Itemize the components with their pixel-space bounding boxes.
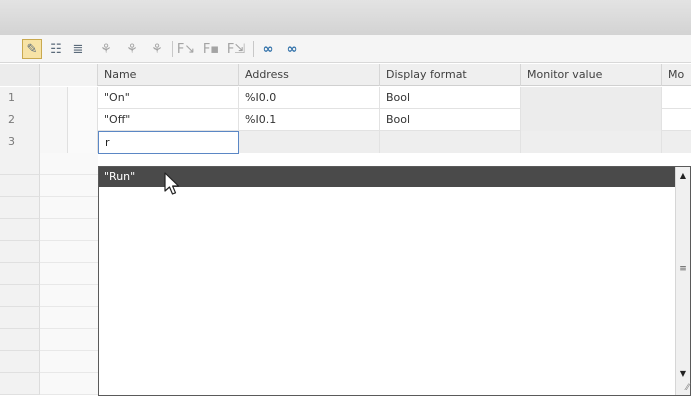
row-gutter: [40, 373, 98, 395]
row-number: [0, 307, 40, 329]
row-number: 1: [0, 87, 40, 109]
column-header-monitor-value[interactable]: Monitor value: [521, 64, 662, 86]
column-header-display-format[interactable]: Display format: [380, 64, 521, 86]
toolbar-separator: [172, 41, 173, 57]
cell-monitor-value: [521, 131, 662, 153]
row-gutter: [40, 241, 98, 263]
mouse-pointer-icon: [164, 172, 180, 195]
resize-grip-icon[interactable]: ⁄⁄: [677, 382, 689, 394]
table-header: Name Address Display format Monitor valu…: [0, 64, 691, 86]
cell-modify[interactable]: [662, 131, 691, 153]
window-title-bar: [0, 0, 691, 35]
table-row[interactable]: 3 r: [0, 131, 691, 154]
row-number: 2: [0, 109, 40, 131]
scroll-down-icon[interactable]: ▼: [676, 367, 690, 381]
table-row[interactable]: 1 "On" %I0.0 Bool: [0, 87, 691, 109]
column-header-address[interactable]: Address: [239, 64, 380, 86]
row-number: [0, 329, 40, 351]
toolbar: ✎ ☷ ≣ ⚘ ⚘ ⚘ F↘ F▪ F⇲ ∞ ∞: [0, 35, 691, 63]
cell-address[interactable]: [239, 131, 380, 153]
cell-address[interactable]: %I0.0: [239, 87, 380, 109]
row-gutter: [40, 329, 98, 351]
row-number: [0, 351, 40, 373]
row-number: [0, 219, 40, 241]
column-header-modify[interactable]: Mo: [662, 64, 691, 86]
scroll-up-icon[interactable]: ▲: [676, 169, 690, 183]
dropdown-scrollbar[interactable]: ▲ ≡ ▼: [675, 167, 690, 395]
row-gutter: [40, 153, 98, 175]
cell-display-format[interactable]: Bool: [380, 87, 521, 109]
row-gutter: [40, 351, 98, 373]
cell-name[interactable]: "Off": [98, 109, 239, 131]
row-number: 3: [0, 131, 40, 153]
row-gutter: [40, 263, 98, 285]
row-number: [0, 285, 40, 307]
row-number: [0, 197, 40, 219]
row-gutter: [40, 87, 68, 109]
row-gutter: [40, 109, 68, 131]
row-gutter: [40, 197, 98, 219]
row-number: [0, 175, 40, 197]
autocomplete-dropdown[interactable]: "Run" ▲ ≡ ▼ ⁄⁄: [98, 166, 691, 396]
cell-address[interactable]: %I0.1: [239, 109, 380, 131]
scroll-grip-icon[interactable]: ≡: [676, 263, 690, 275]
row-number: [0, 153, 40, 175]
monitor-icon-a[interactable]: ⚘: [96, 39, 116, 59]
edit-active-icon[interactable]: ✎: [22, 39, 42, 59]
cell-display-format[interactable]: [380, 131, 521, 153]
row-number: [0, 241, 40, 263]
header-corner: [0, 64, 40, 86]
cell-monitor-value: [521, 87, 662, 109]
monitor-once-icon[interactable]: ∞: [282, 39, 302, 59]
row-gutter: [40, 175, 98, 197]
name-edit-input[interactable]: r: [98, 131, 239, 154]
row-number: [0, 263, 40, 285]
cell-modify[interactable]: [662, 87, 691, 109]
dropdown-item-run[interactable]: "Run": [99, 167, 676, 187]
cell-name[interactable]: "On": [98, 87, 239, 109]
row-gutter: [40, 219, 98, 241]
row-gutter: [68, 109, 98, 131]
monitor-icon-c[interactable]: ⚘: [147, 39, 167, 59]
row-gutter: [40, 307, 98, 329]
force-f-icon[interactable]: F↘: [176, 39, 196, 59]
header-gutter: [40, 64, 98, 86]
cell-display-format[interactable]: Bool: [380, 109, 521, 131]
row-gutter: [40, 285, 98, 307]
row-gutter: [68, 131, 98, 153]
monitor-icon-b[interactable]: ⚘: [122, 39, 142, 59]
cell-monitor-value: [521, 109, 662, 131]
row-gutter: [40, 131, 68, 153]
force-f-all-icon[interactable]: F⇲: [226, 39, 246, 59]
table-row[interactable]: 2 "Off" %I0.1 Bool: [0, 109, 691, 131]
column-header-name[interactable]: Name: [98, 64, 239, 86]
table-view-icon[interactable]: ☷: [46, 39, 66, 59]
row-number: [0, 373, 40, 395]
monitor-all-icon[interactable]: ∞: [258, 39, 278, 59]
force-f-set-icon[interactable]: F▪: [201, 39, 221, 59]
toolbar-separator: [253, 41, 254, 57]
force-table-icon[interactable]: ≣: [68, 39, 88, 59]
cell-modify[interactable]: [662, 109, 691, 131]
row-gutter: [68, 87, 98, 109]
